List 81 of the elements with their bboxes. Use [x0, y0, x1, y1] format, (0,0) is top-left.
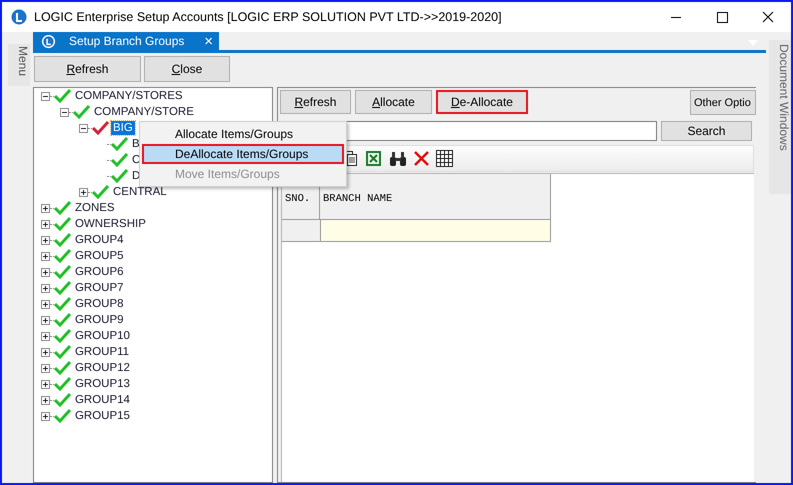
check-icon[interactable]: [54, 361, 71, 375]
expander-icon[interactable]: [40, 412, 50, 420]
tree-item[interactable]: ZONES: [72, 201, 117, 215]
tree-item[interactable]: GROUP9: [72, 313, 126, 327]
check-icon[interactable]: [54, 281, 71, 295]
expander-icon[interactable]: [40, 380, 50, 388]
expander-icon[interactable]: [40, 348, 50, 356]
expander-icon[interactable]: [40, 92, 50, 100]
expander-icon[interactable]: [40, 396, 50, 404]
check-icon[interactable]: [54, 201, 71, 215]
check-icon[interactable]: [54, 345, 71, 359]
toolbar-button[interactable]: Close: [144, 56, 230, 82]
check-icon[interactable]: [54, 329, 71, 343]
action-button[interactable]: De-Allocate: [436, 90, 528, 114]
check-icon[interactable]: [54, 393, 71, 407]
expander-icon[interactable]: [40, 300, 50, 308]
tree-item[interactable]: GROUP14: [72, 393, 132, 407]
check-icon[interactable]: [54, 409, 71, 423]
expander-icon[interactable]: [40, 268, 50, 276]
tree-item[interactable]: OWNERSHIP: [72, 217, 148, 231]
check-icon[interactable]: [110, 153, 128, 167]
tree-item[interactable]: GROUP4: [72, 233, 126, 247]
expander-icon[interactable]: [40, 220, 50, 228]
tab-label: Setup Branch Groups: [68, 34, 184, 48]
menu-item[interactable]: DeAllocate Items/Groups: [142, 144, 344, 164]
check-icon[interactable]: [72, 105, 90, 119]
check-icon[interactable]: [54, 233, 71, 247]
tree-item[interactable]: CENTRAL: [110, 185, 169, 199]
expander-icon[interactable]: [60, 108, 69, 116]
action-button[interactable]: Allocate: [354, 90, 432, 114]
spreadsheet-icon[interactable]: [364, 150, 382, 167]
check-icon[interactable]: [54, 217, 71, 231]
check-icon[interactable]: [54, 297, 71, 311]
document-windows-tab[interactable]: Document Windows: [769, 40, 791, 194]
document-tab[interactable]: Setup Branch Groups ×: [32, 32, 219, 50]
window-title: LOGIC Enterprise Setup Accounts [LOGIC ERP SOLUTION PVT LTD->>2019-2020]: [34, 10, 502, 24]
check-icon[interactable]: [54, 377, 71, 391]
expander-icon[interactable]: [40, 252, 50, 260]
logo-icon: [11, 9, 27, 25]
partial-check-icon[interactable]: [92, 121, 109, 135]
check-icon[interactable]: [54, 249, 71, 263]
tree-item[interactable]: GROUP10: [72, 329, 132, 343]
tree-item[interactable]: BIG: [110, 121, 135, 135]
check-icon[interactable]: [54, 89, 71, 103]
binoculars-icon[interactable]: [388, 150, 407, 166]
expander-icon[interactable]: [40, 284, 50, 292]
tree-item[interactable]: GROUP7: [72, 281, 126, 295]
tree-item[interactable]: GROUP13: [72, 377, 132, 391]
action-button[interactable]: Refresh: [280, 90, 351, 114]
grid-icon[interactable]: [436, 150, 453, 167]
tree-item[interactable]: GROUP5: [72, 249, 126, 263]
tree-item[interactable]: COMPANY/STORES: [72, 89, 185, 103]
expander-icon[interactable]: [40, 236, 50, 244]
check-icon[interactable]: [110, 137, 128, 151]
check-icon[interactable]: [92, 185, 109, 199]
other-option-button[interactable]: Other Optio: [690, 90, 756, 115]
tree-item[interactable]: GROUP8: [72, 297, 126, 311]
tree-item[interactable]: GROUP11: [72, 345, 132, 359]
check-icon[interactable]: [54, 313, 71, 327]
delete-icon[interactable]: [414, 151, 429, 166]
tree-item[interactable]: B: [130, 137, 142, 151]
expander-icon[interactable]: [40, 364, 50, 372]
search-button[interactable]: Search: [660, 121, 752, 141]
tree-item[interactable]: GROUP15: [72, 409, 132, 423]
expander-icon[interactable]: [78, 188, 88, 196]
table-cell[interactable]: [320, 220, 550, 241]
check-icon[interactable]: [110, 169, 128, 183]
expander-icon[interactable]: [78, 124, 88, 132]
menu-item[interactable]: Allocate Items/Groups: [142, 124, 344, 144]
row-header-cell[interactable]: [282, 220, 321, 241]
tree-item[interactable]: GROUP12: [72, 361, 132, 375]
close-tab-button[interactable]: ×: [204, 34, 213, 48]
tree-item[interactable]: GROUP6: [72, 265, 126, 279]
toolbar-button[interactable]: Refresh: [34, 56, 141, 82]
expander-icon[interactable]: [40, 204, 50, 212]
expander-icon[interactable]: [40, 332, 50, 340]
logo-icon: [40, 34, 56, 48]
expander-icon[interactable]: [40, 316, 50, 324]
menu-panel-tab[interactable]: Menu: [8, 44, 30, 86]
tree-item[interactable]: COMPANY/STORE: [92, 105, 196, 119]
check-icon[interactable]: [54, 265, 71, 279]
